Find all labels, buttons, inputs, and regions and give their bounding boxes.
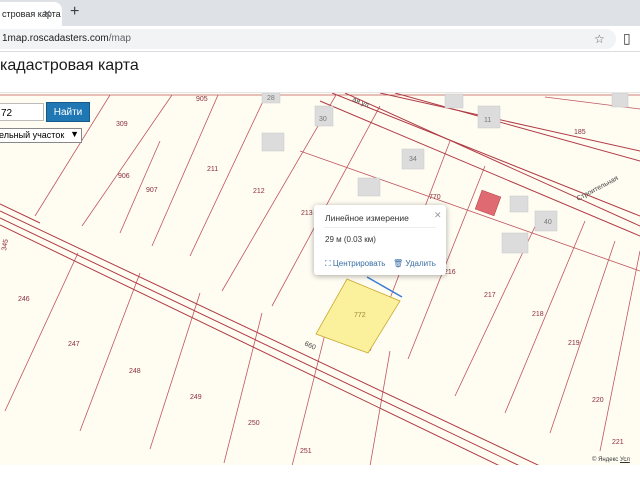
measurement-popup: Линейное измерение ✕ 29 м (0.03 км) ⛶ Це… xyxy=(314,205,446,275)
parcel-label: 246 xyxy=(18,296,30,303)
parcel-label: 905 xyxy=(196,96,208,103)
parcel-label: 217 xyxy=(484,292,496,299)
parcel-label: 213 xyxy=(301,210,313,217)
side-panel-icon[interactable]: ▯ xyxy=(623,30,631,47)
parcel-label: 247 xyxy=(68,341,80,348)
terms-link[interactable]: Усл xyxy=(620,457,630,463)
bookmark-star-icon[interactable]: ☆ xyxy=(594,32,605,46)
browser-tab[interactable]: стровая карта ✕ xyxy=(0,2,62,26)
parcel-label: 185 xyxy=(574,129,586,136)
road-lines xyxy=(0,93,640,465)
map-attribution: © Яндекс Усл xyxy=(592,457,630,463)
page-bottom xyxy=(0,465,640,480)
yandex-attribution[interactable]: © Яндекс xyxy=(592,457,618,463)
parcel-label-selected: 772 xyxy=(354,312,366,319)
delete-label: Удалить xyxy=(405,259,436,268)
address-bar: 1map.roscadasters.com/map ☆ ▯ xyxy=(0,26,640,52)
parcel-label: 34 xyxy=(409,156,417,163)
parcel-label: 248 xyxy=(129,368,141,375)
center-icon: ⛶ xyxy=(325,259,331,268)
road-label: 660 xyxy=(303,340,317,351)
highlighted-building xyxy=(474,189,502,217)
url-path: /map xyxy=(108,33,131,44)
parcel-label: 28 xyxy=(267,95,275,102)
object-type-selected: ельный участок xyxy=(0,130,65,140)
page-title: кадастровая карта xyxy=(0,57,139,74)
parcel-label: 221 xyxy=(612,439,624,446)
parcel-label: 770 xyxy=(429,194,441,201)
tab-bar: стровая карта ✕ + xyxy=(0,0,640,26)
street-label-top: ая ул. xyxy=(351,96,371,110)
search-input[interactable] xyxy=(0,103,44,121)
parcel-label: 30 xyxy=(319,116,327,123)
parcel-label: 249 xyxy=(190,394,202,401)
parcel-boundaries xyxy=(0,94,640,465)
parcel-label: 218 xyxy=(532,311,544,318)
search-button[interactable]: Найти xyxy=(46,102,90,122)
trash-icon: 🗑 xyxy=(393,259,404,268)
parcel-label: 309 xyxy=(116,121,128,128)
new-tab-button[interactable]: + xyxy=(70,3,79,21)
url-field[interactable]: 1map.roscadasters.com/map xyxy=(0,29,616,49)
street-labels: ая ул. Строительная 660 345 xyxy=(1,96,620,351)
popup-divider xyxy=(324,227,436,228)
close-icon[interactable]: ✕ xyxy=(434,210,442,221)
parcel-label: 11 xyxy=(484,117,491,124)
parcel-label: 250 xyxy=(248,420,260,427)
cadastral-map[interactable]: 905 28 30 11 185 309 906 907 211 212 34 … xyxy=(0,92,640,465)
center-button[interactable]: ⛶ Центрировать xyxy=(325,259,385,269)
parcel-label: 907 xyxy=(146,187,158,194)
parcel-label: 251 xyxy=(300,448,312,455)
center-label: Центрировать xyxy=(332,259,386,268)
parcel-label: 211 xyxy=(207,166,218,173)
map-canvas[interactable]: 905 28 30 11 185 309 906 907 211 212 34 … xyxy=(0,93,640,465)
close-tab-icon[interactable]: ✕ xyxy=(43,9,51,20)
url-host: 1map.roscadasters.com xyxy=(2,33,109,44)
object-type-select[interactable]: ельный участок ▼ xyxy=(0,128,82,143)
parcel-label: 212 xyxy=(253,188,265,195)
chevron-down-icon: ▼ xyxy=(70,129,79,139)
delete-button[interactable]: 🗑 Удалить xyxy=(393,259,436,268)
parcel-label: 906 xyxy=(118,173,130,180)
parcel-label: 220 xyxy=(592,397,604,404)
left-edge-label: 345 xyxy=(1,239,10,252)
parcel-label: 219 xyxy=(568,340,580,347)
measurement-value: 29 м (0.03 км) xyxy=(325,235,376,244)
popup-title: Линейное измерение xyxy=(325,213,409,223)
parcel-number-labels: 905 28 30 11 185 309 906 907 211 212 34 … xyxy=(18,95,624,455)
parcel-label: 40 xyxy=(544,219,552,226)
tab-title: стровая карта xyxy=(2,9,61,19)
